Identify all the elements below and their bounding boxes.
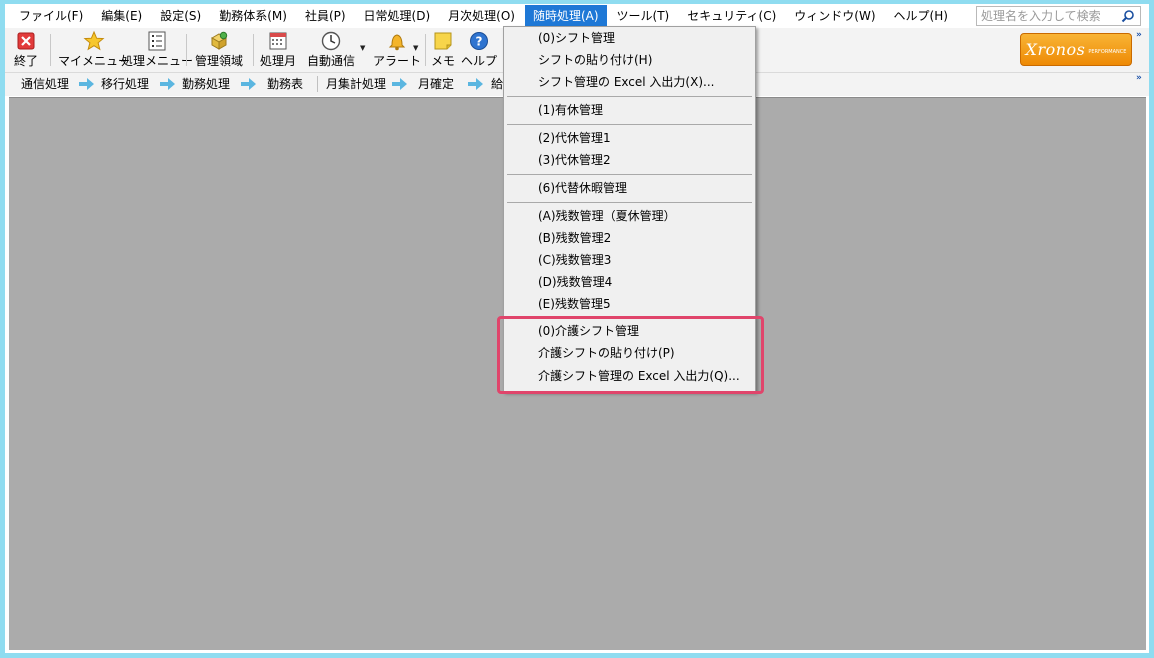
dd-shift-management[interactable]: (0)シフト管理 [505,27,754,49]
toolbar-divider [425,34,426,66]
menu-work-system[interactable]: 勤務体系(M) [211,5,295,27]
flow-communication[interactable]: 通信処理 [21,73,69,95]
process-month-button[interactable]: 処理月 [260,30,296,70]
flow-payroll[interactable]: 給 [491,73,503,95]
dd-balance-5[interactable]: (E)残数管理5 [505,293,754,315]
list-menu-icon [148,31,166,51]
menu-monthly[interactable]: 月次処理(O) [440,5,523,27]
menu-security[interactable]: セキュリティ(C) [679,5,784,27]
dd-balance-4[interactable]: (D)残数管理4 [505,271,754,293]
process-month-label: 処理月 [260,54,297,68]
dd-compensatory-leave-1[interactable]: (2)代休管理1 [505,127,754,149]
dd-paid-leave[interactable]: (1)有休管理 [505,99,754,121]
highlight-box [497,316,764,394]
calendar-icon [269,32,287,50]
exit-label: 終了 [14,54,39,68]
toolbar-divider [50,34,51,66]
sticky-note-icon [434,32,452,50]
menu-edit[interactable]: 編集(E) [93,5,150,27]
menu-bar: ファイル(F) 編集(E) 設定(S) 勤務体系(M) 社員(P) 日常処理(D… [5,4,1149,28]
my-menu-label: マイメニュー [58,54,131,68]
management-area-label: 管理領域 [195,54,244,68]
help-label: ヘルプ [461,54,498,68]
menu-separator [507,202,752,203]
dd-balance-summer[interactable]: (A)残数管理（夏休管理） [505,205,754,227]
flow-monthly-confirm[interactable]: 月確定 [418,73,454,95]
logo-brand: Xronos [1025,40,1086,59]
search-input[interactable] [977,7,1117,25]
my-menu-button[interactable]: マイメニュー [58,30,130,70]
svg-text:?: ? [476,35,483,49]
dd-compensatory-leave-2[interactable]: (3)代休管理2 [505,149,754,171]
toolbar-divider [186,34,187,66]
menu-tools[interactable]: ツール(T) [609,5,678,27]
alert-dropdown-icon[interactable]: ▼ [413,44,418,52]
process-menu-button[interactable]: 処理メニュー [121,30,193,70]
clock-icon [321,31,341,51]
flow-arrow-icon [241,78,256,90]
search-box [976,6,1141,26]
memo-label: メモ [431,54,456,68]
flow-arrow-icon [468,78,483,90]
flow-divider [317,76,318,92]
toolbar-overflow-chevron-icon[interactable]: » [1136,30,1142,40]
management-area-button[interactable]: 管理領域 [195,30,243,70]
logo-sub: PERFORMANCE [1088,49,1127,55]
occasional-process-dropdown: (0)シフト管理 シフトの貼り付け(H) シフト管理の Excel 入出力(X)… [503,26,756,318]
flowbar-overflow-chevron-icon[interactable]: » [1136,73,1142,83]
auto-communication-button[interactable]: 自動通信 [307,30,355,70]
xronos-logo: Xronos PERFORMANCE [1020,33,1132,66]
menu-employee[interactable]: 社員(P) [297,5,354,27]
memo-button[interactable]: メモ [431,30,455,70]
toolbar-divider [253,34,254,66]
process-menu-label: 処理メニュー [121,54,194,68]
menu-occasional[interactable]: 随時処理(A) [524,5,607,27]
alert-label: アラート [373,54,422,68]
close-red-x-icon [17,32,35,50]
management-area-icon [210,31,228,50]
help-button[interactable]: ? ヘルプ [461,30,497,70]
bell-icon [388,34,406,51]
exit-button[interactable]: 終了 [14,30,38,70]
dd-balance-3[interactable]: (C)残数管理3 [505,249,754,271]
flow-arrow-icon [79,78,94,90]
menu-settings[interactable]: 設定(S) [152,5,209,27]
flow-arrow-icon [160,78,175,90]
dd-shift-excel-io[interactable]: シフト管理の Excel 入出力(X)... [505,71,754,93]
flow-work-table[interactable]: 勤務表 [267,73,303,95]
menu-help[interactable]: ヘルプ(H) [886,5,956,27]
dd-balance-2[interactable]: (B)残数管理2 [505,227,754,249]
search-icon[interactable] [1121,9,1135,23]
menu-separator [507,174,752,175]
star-icon [83,30,105,51]
flow-monthly-aggregate[interactable]: 月集計処理 [326,73,386,95]
flow-arrow-icon [392,78,407,90]
auto-communication-label: 自動通信 [307,54,356,68]
menu-separator [507,96,752,97]
menu-window[interactable]: ウィンドウ(W) [786,5,883,27]
menu-separator [507,124,752,125]
menu-daily[interactable]: 日常処理(D) [356,5,439,27]
help-question-icon: ? [470,32,488,50]
menu-file[interactable]: ファイル(F) [11,5,91,27]
dd-substitute-leave[interactable]: (6)代替休暇管理 [505,177,754,199]
flow-work-process[interactable]: 勤務処理 [182,73,230,95]
dd-shift-paste[interactable]: シフトの貼り付け(H) [505,49,754,71]
auto-communication-dropdown-icon[interactable]: ▼ [360,44,365,52]
flow-migration[interactable]: 移行処理 [101,73,149,95]
